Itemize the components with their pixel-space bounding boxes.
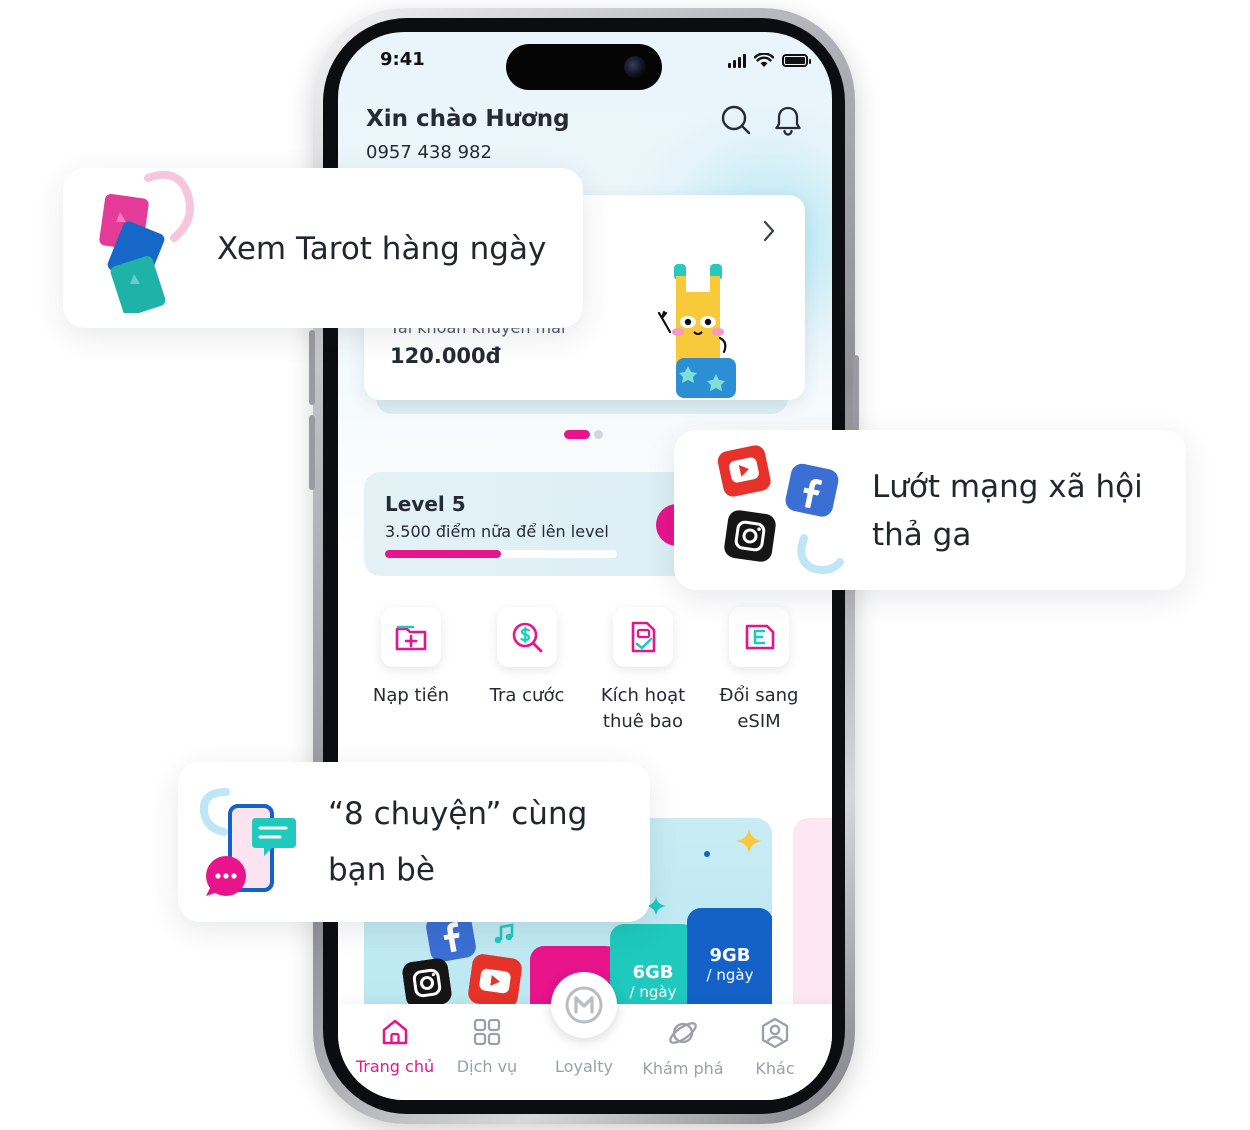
chevron-right-icon[interactable] xyxy=(758,216,780,246)
quick-action-label-line2: eSIM xyxy=(737,711,781,732)
nav-item-home[interactable]: Trang chủ xyxy=(350,1017,440,1076)
loyalty-button[interactable] xyxy=(551,972,617,1038)
status-icons xyxy=(728,53,811,68)
chat-phone-icon xyxy=(199,788,296,896)
quick-action-esim[interactable]: Đổi sang eSIM xyxy=(704,607,814,735)
quick-action-label: Tra cước xyxy=(489,685,565,706)
grid-icon xyxy=(473,1018,501,1046)
sim-activate-icon xyxy=(631,621,656,653)
sparkle-icon xyxy=(736,828,762,854)
callout-chat-line2: bạn bè xyxy=(328,852,435,888)
callout-social-line2: thả ga xyxy=(872,517,972,553)
social-apps-icon xyxy=(717,445,844,574)
activate-tile[interactable] xyxy=(613,607,673,667)
nav-label-services: Dịch vụ xyxy=(456,1057,518,1076)
nav-label-home: Trang chủ xyxy=(355,1057,435,1076)
loyalty-icon xyxy=(565,986,603,1024)
camera-icon xyxy=(624,56,646,78)
bill-lookup-tile[interactable] xyxy=(497,607,557,667)
nav-label-explore: Khám phá xyxy=(642,1059,724,1078)
callout-chat-text: “8 chuyện” cùng bạn bè xyxy=(328,786,587,898)
profile-icon xyxy=(761,1017,789,1049)
promo-balance-value: 120.000đ xyxy=(390,344,501,368)
plan-amount: 9GB xyxy=(709,945,751,966)
quick-action-top-up[interactable]: Nạp tiền xyxy=(356,607,466,709)
nav-label-loyalty: Loyalty xyxy=(555,1057,613,1076)
top-up-icon xyxy=(395,625,427,651)
battery-icon xyxy=(782,54,811,67)
level-subtitle: 3.500 điểm nữa để lên level xyxy=(385,522,609,541)
tarot-cards-icon xyxy=(99,171,194,313)
planet-icon xyxy=(669,1022,697,1044)
nav-item-more[interactable]: Khác xyxy=(730,1017,820,1078)
volume-down-button xyxy=(309,415,315,490)
search-icon[interactable] xyxy=(720,104,752,136)
carousel-dot-active[interactable] xyxy=(564,430,590,439)
nav-label-more: Khác xyxy=(755,1059,795,1078)
quick-action-label: Nạp tiền xyxy=(372,685,450,706)
nav-item-services[interactable]: Dịch vụ xyxy=(442,1017,532,1076)
esim-tile[interactable] xyxy=(729,607,789,667)
bell-icon[interactable] xyxy=(772,104,804,136)
level-progress-fill xyxy=(385,550,501,558)
plan-amount: 6GB xyxy=(632,962,674,983)
quick-action-activate[interactable]: Kích hoạt thuê bao xyxy=(588,607,698,735)
esim-icon xyxy=(745,624,775,650)
quick-action-bill-lookup[interactable]: Tra cước xyxy=(472,607,582,709)
phone-number: 0957 438 982 xyxy=(366,142,492,163)
callout-social-text: Lướt mạng xã hội thả ga xyxy=(872,463,1143,559)
level-title: Level 5 xyxy=(385,492,466,516)
quick-action-label: Kích hoạt xyxy=(600,685,686,706)
instagram-icon xyxy=(402,958,452,1008)
carousel-dots[interactable] xyxy=(564,430,603,439)
decor-dot xyxy=(704,851,710,857)
callout-social-line1: Lướt mạng xã hội xyxy=(872,469,1143,505)
callout-chat-line1: “8 chuyện” cùng xyxy=(328,796,588,832)
nav-item-explore[interactable]: Khám phá xyxy=(638,1017,728,1078)
youtube-icon xyxy=(468,954,522,1008)
home-icon xyxy=(382,1019,408,1045)
greeting: Xin chào Hương xyxy=(366,106,570,132)
signal-icon xyxy=(728,53,746,68)
quick-action-label-line2: thuê bao xyxy=(602,711,684,732)
quick-action-label: Đổi sang xyxy=(719,685,799,706)
plan-unit: / ngày xyxy=(706,966,754,984)
volume-up-button xyxy=(309,330,315,405)
callout-tarot-text: Xem Tarot hàng ngày xyxy=(217,231,547,267)
top-up-tile[interactable] xyxy=(381,607,441,667)
music-note-icon xyxy=(494,923,514,944)
status-time: 9:41 xyxy=(380,49,425,70)
dynamic-island xyxy=(506,44,662,90)
wifi-icon xyxy=(754,53,774,67)
mascot-illustration xyxy=(658,264,736,398)
level-progress-bar xyxy=(385,550,617,558)
plan-unit: / ngày xyxy=(629,983,677,1001)
bill-search-icon xyxy=(512,622,543,653)
carousel-dot[interactable] xyxy=(594,430,603,439)
